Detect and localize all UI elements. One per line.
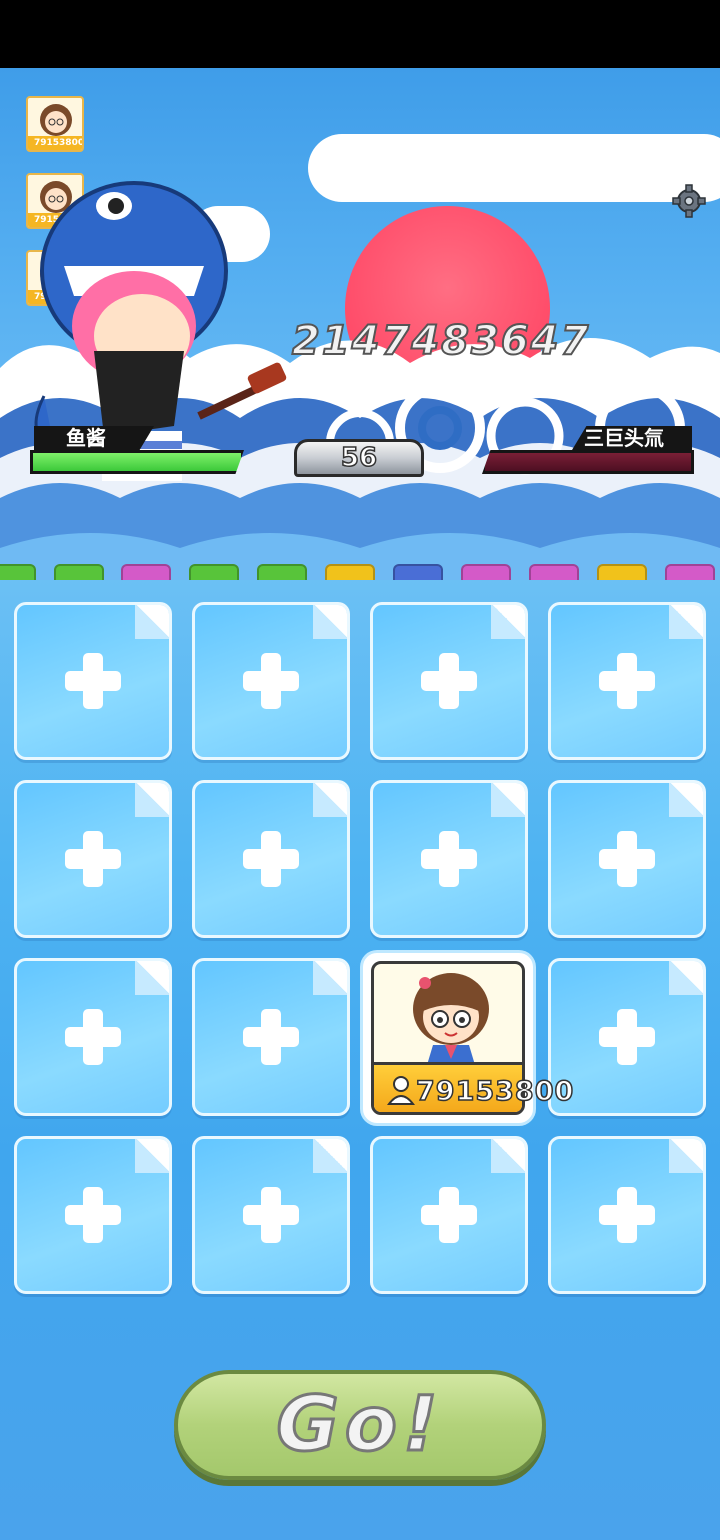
empty-slot[interactable]	[14, 602, 172, 760]
empty-slot[interactable]	[14, 1136, 172, 1294]
plus-icon	[599, 831, 655, 887]
plus-icon	[421, 831, 477, 887]
enemy-hp-bar	[482, 450, 694, 474]
book-item[interactable]	[257, 564, 307, 580]
plus-icon	[421, 653, 477, 709]
plus-icon	[421, 1187, 477, 1243]
robot-item[interactable]	[529, 564, 579, 580]
plus-icon	[243, 653, 299, 709]
battle-scene: 79153800 79153800 79153800 2147483647 鱼酱…	[0, 68, 720, 580]
empty-slot[interactable]	[14, 780, 172, 938]
user-icon	[386, 1076, 416, 1105]
empty-slot[interactable]	[370, 602, 528, 760]
item-bar	[0, 564, 720, 580]
damage-number: 2147483647	[291, 317, 591, 365]
gun-item[interactable]	[54, 564, 104, 580]
lemon-item[interactable]	[325, 564, 375, 580]
ranking-card[interactable]: 79153800	[26, 96, 84, 152]
plus-icon	[243, 1187, 299, 1243]
cloud	[308, 134, 720, 202]
key-item[interactable]	[0, 564, 36, 580]
plus-icon	[65, 1187, 121, 1243]
gear-icon[interactable]	[672, 184, 706, 218]
plus-icon	[65, 831, 121, 887]
empty-slot[interactable]	[14, 958, 172, 1116]
go-label: Go!	[275, 1378, 444, 1470]
plus-icon	[599, 1187, 655, 1243]
empty-slot[interactable]	[192, 1136, 350, 1294]
lamp-item[interactable]	[597, 564, 647, 580]
purple-orb-item[interactable]	[461, 564, 511, 580]
hero-score: 79153800	[415, 1075, 575, 1108]
plus-icon	[599, 653, 655, 709]
status-bar	[0, 0, 720, 68]
avatar	[40, 104, 72, 136]
empty-slot[interactable]	[370, 780, 528, 938]
empty-slot[interactable]	[192, 780, 350, 938]
level-badge: 56	[294, 439, 424, 477]
empty-slot[interactable]	[548, 1136, 706, 1294]
empty-slot[interactable]	[192, 602, 350, 760]
enemy-name: 三巨头氚	[572, 426, 692, 450]
plus-icon	[599, 1009, 655, 1065]
purple-orb-item-2[interactable]	[665, 564, 715, 580]
player-name: 鱼酱	[34, 426, 154, 450]
plus-icon	[243, 1009, 299, 1065]
empty-slot[interactable]	[192, 958, 350, 1116]
empty-slot[interactable]	[548, 780, 706, 938]
plus-icon	[65, 1009, 121, 1065]
go-button[interactable]: Go!	[174, 1370, 546, 1480]
empty-slot[interactable]	[370, 1136, 528, 1294]
calculator-item[interactable]	[121, 564, 171, 580]
ranking-score: 79153800	[28, 136, 82, 150]
scroll-item[interactable]	[393, 564, 443, 580]
empty-slot[interactable]	[548, 602, 706, 760]
player-hp-bar	[30, 450, 244, 474]
hero-avatar	[413, 973, 489, 1065]
plus-icon	[65, 653, 121, 709]
panda-item[interactable]	[189, 564, 239, 580]
plus-icon	[243, 831, 299, 887]
